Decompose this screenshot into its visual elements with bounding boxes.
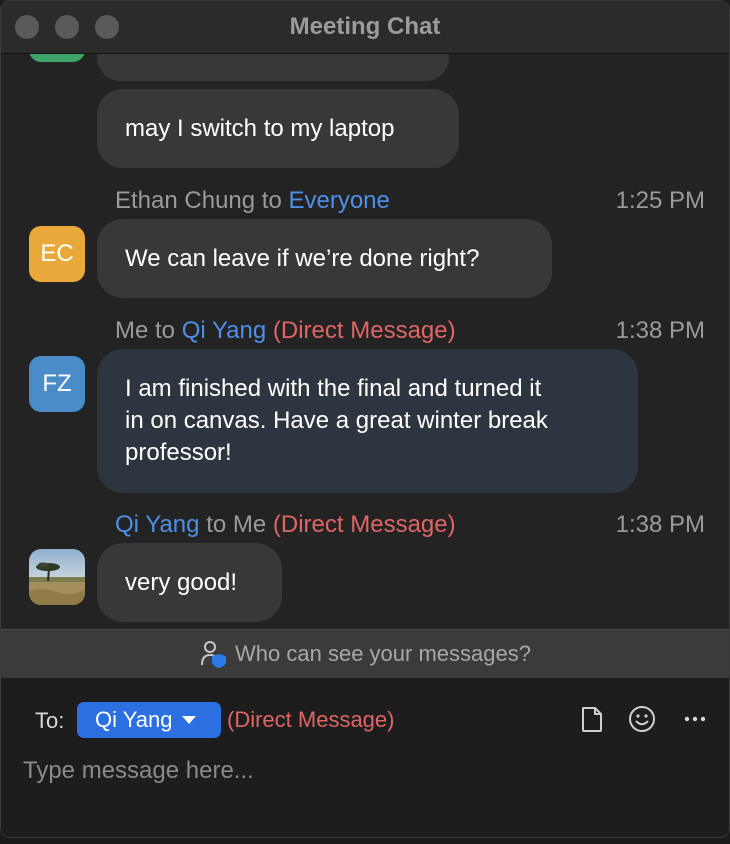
previous-bubble-partial (97, 54, 449, 81)
direct-message-label: (Direct Message) (227, 707, 395, 732)
avatar-partial (29, 54, 85, 62)
recipient-name: Me (232, 511, 267, 538)
compose-area: To: Qi Yang (Direct Message) Type messag… (1, 678, 729, 837)
message-header: Me to Qi Yang (Direct Message) (115, 317, 456, 344)
to-label: To: (35, 708, 65, 733)
emoji-icon[interactable] (627, 704, 657, 734)
title-bar: Meeting Chat (1, 1, 729, 54)
message-time: 1:38 PM (615, 317, 705, 344)
message-text: I am finished with the final and turned … (125, 375, 548, 466)
message-time: 1:38 PM (615, 511, 705, 538)
message-bubble: We can leave if we’re done right? (97, 219, 552, 298)
message-bubble: very good! (97, 543, 282, 622)
sender-name: Ethan Chung (115, 187, 256, 214)
avatar[interactable]: FZ (29, 356, 85, 412)
message-header: Ethan Chung to Everyone (115, 187, 390, 214)
avatar-photo[interactable] (29, 549, 85, 605)
message-bubble: may I switch to my laptop (97, 89, 459, 168)
chevron-down-icon (182, 716, 197, 724)
recipient-dropdown[interactable]: Qi Yang (77, 702, 221, 738)
privacy-info-button[interactable]: Who can see your messages? (1, 629, 729, 679)
message-input[interactable]: Type message here... (23, 757, 254, 785)
sender-name: Me (115, 317, 149, 344)
window-title: Meeting Chat (289, 13, 441, 40)
message-time: 1:25 PM (615, 187, 705, 214)
user-shield-icon (199, 639, 229, 669)
more-icon[interactable] (681, 704, 711, 734)
avatar[interactable]: EC (29, 226, 85, 282)
file-icon[interactable] (577, 704, 607, 734)
message-header: Qi Yang to Me (Direct Message) (115, 511, 456, 538)
recipient-link[interactable]: Everyone (288, 187, 389, 214)
direct-message-label: (Direct Message) (272, 317, 456, 344)
chat-message-list[interactable]: may I switch to my laptop Ethan Chung to… (1, 54, 729, 629)
sender-name[interactable]: Qi Yang (115, 511, 200, 538)
meeting-chat-window: Meeting Chat may I switch to my laptop E… (0, 0, 730, 838)
message-bubble: I am finished with the final and turned … (97, 349, 638, 493)
direct-message-label: (Direct Message) (272, 511, 456, 538)
recipient-link[interactable]: Qi Yang (182, 317, 267, 344)
